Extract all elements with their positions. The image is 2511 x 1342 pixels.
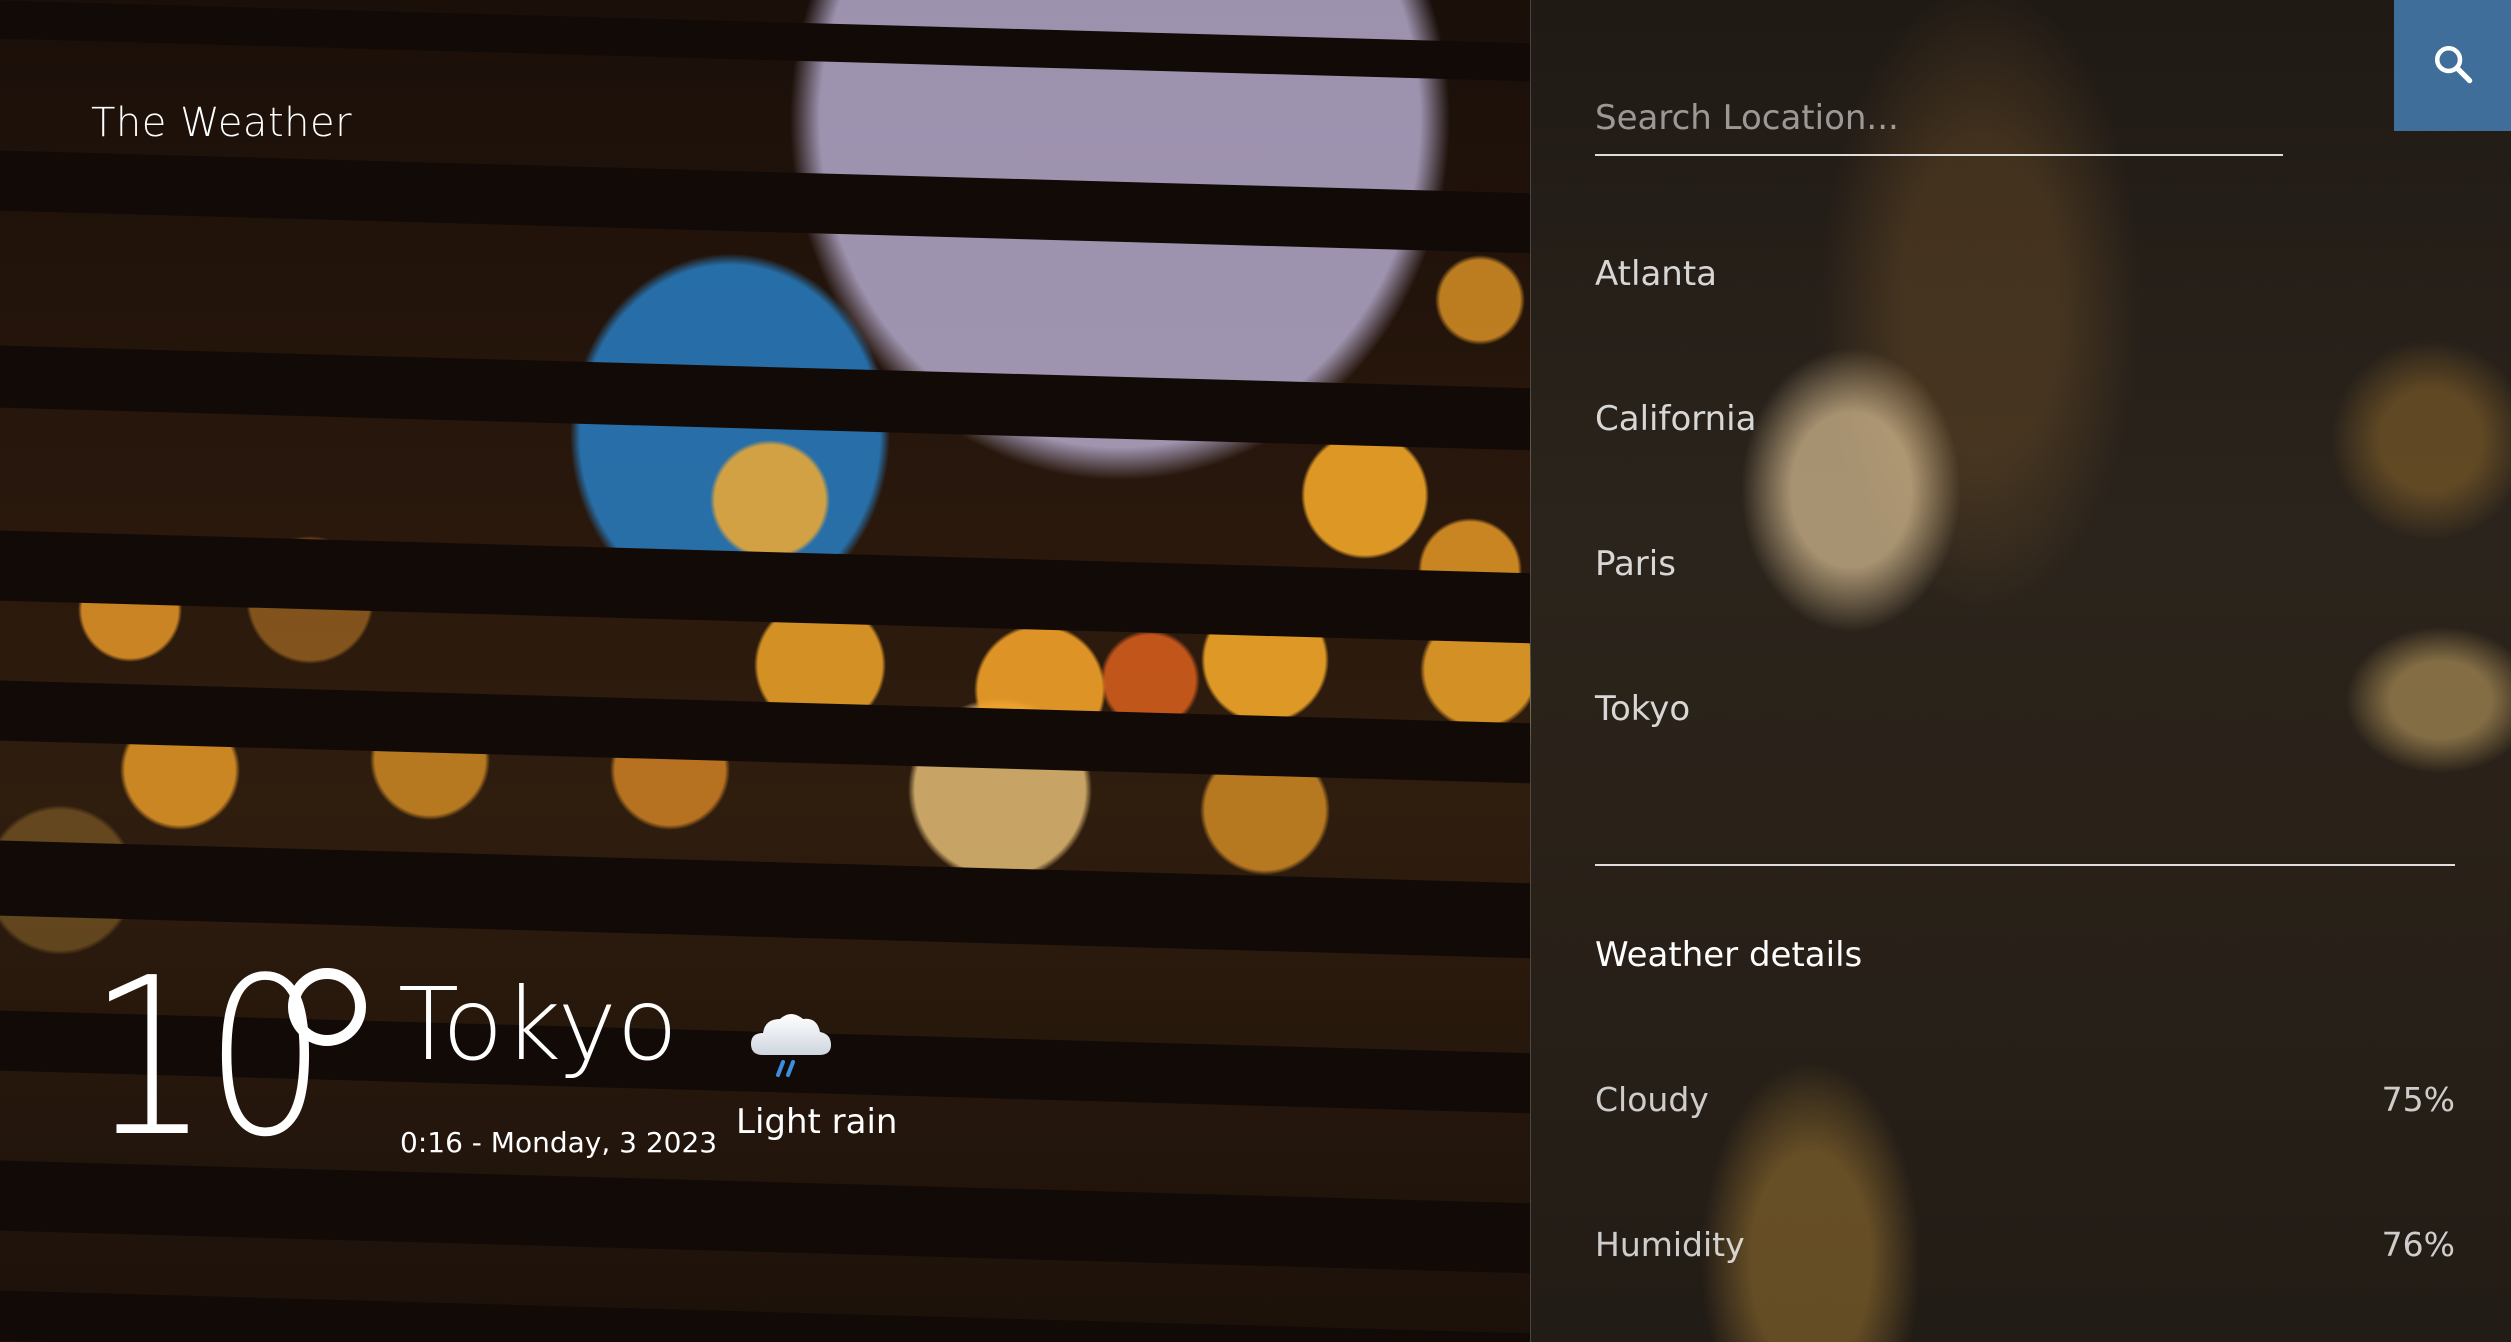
side-panel xyxy=(1530,0,2511,1342)
current-city: Tokyo xyxy=(398,966,678,1083)
degree-symbol xyxy=(288,968,366,1046)
location-item-atlanta[interactable]: Atlanta xyxy=(1595,254,1717,294)
current-datetime: 0:16 - Monday, 3 2023 xyxy=(400,1126,718,1159)
location-item-california[interactable]: California xyxy=(1595,399,1756,439)
search-input[interactable] xyxy=(1595,90,2283,146)
detail-value: 75% xyxy=(2381,1080,2455,1119)
brand-title: The Weather xyxy=(91,100,353,146)
search-button[interactable] xyxy=(2394,0,2511,131)
location-item-tokyo[interactable]: Tokyo xyxy=(1595,689,1690,729)
detail-value: 76% xyxy=(2381,1225,2455,1264)
search-icon xyxy=(2432,43,2474,89)
detail-label: Cloudy xyxy=(1595,1080,1709,1119)
condition-label: Light rain xyxy=(736,1102,898,1142)
search-field xyxy=(1595,90,2283,156)
detail-label: Humidity xyxy=(1595,1225,1745,1264)
cloud-rain-icon xyxy=(745,1005,835,1085)
temperature-value: 10 xyxy=(88,932,327,1185)
details-title: Weather details xyxy=(1595,935,1863,975)
divider xyxy=(1595,864,2455,866)
location-item-paris[interactable]: Paris xyxy=(1595,544,1676,584)
